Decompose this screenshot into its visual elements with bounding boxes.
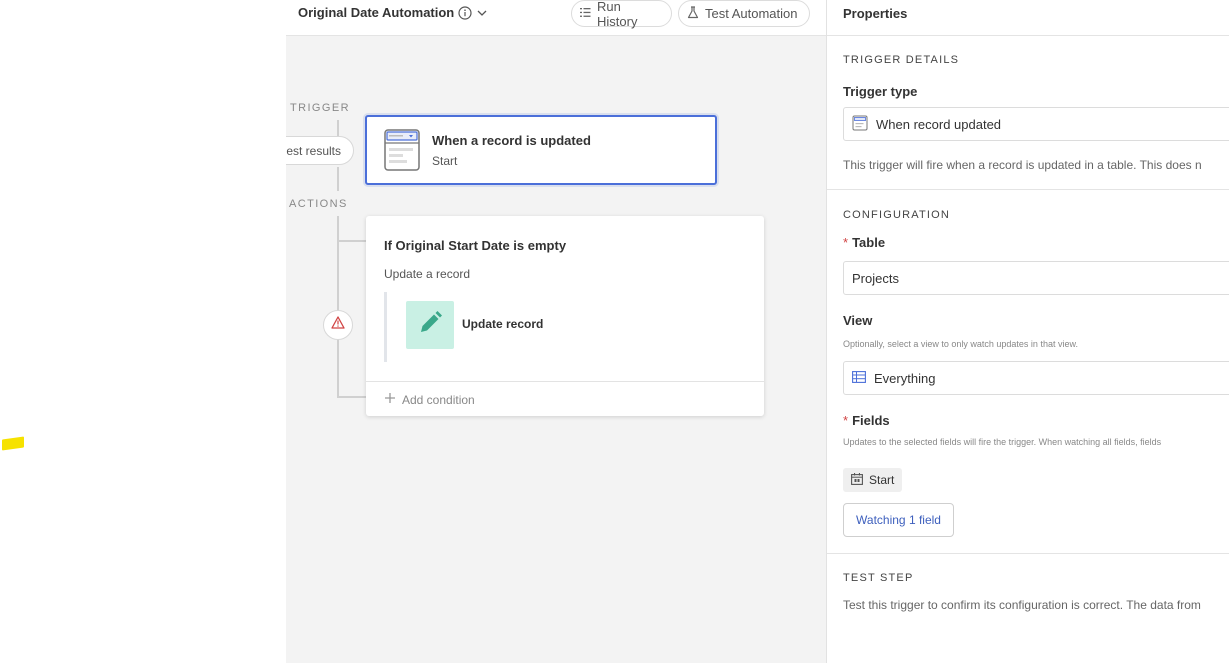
workflow-canvas[interactable]: TRIGGER ACTIONS est results When a recor… [286,36,826,663]
configuration-heading: CONFIGURATION [843,209,951,221]
trigger-type-label: Trigger type [843,84,918,99]
properties-panel: Properties TRIGGER DETAILS Trigger type … [826,0,1229,663]
condition-title: If Original Start Date is empty [384,238,567,253]
condition-card[interactable]: If Original Start Date is empty Update a… [366,216,764,416]
highlight-mark [2,436,24,451]
table-value: Projects [852,270,899,286]
section-divider [827,553,1229,554]
watching-fields-label: Watching 1 field [856,513,941,527]
add-condition-label: Add condition [402,392,475,407]
condition-branch-bar [384,292,387,362]
fields-field-label: * Fields [843,413,890,428]
trigger-type-select[interactable]: When record updated [843,107,1229,141]
card-divider [366,381,764,382]
test-automation-label: Test Automation [705,6,798,21]
field-chip-label: Start [869,473,895,487]
test-step-description: Test this trigger to confirm its configu… [843,598,1201,612]
flow-connector [337,167,339,191]
watching-fields-button[interactable]: Watching 1 field [843,503,954,537]
trigger-card[interactable]: When a record is updated Start [365,115,717,185]
required-mark: * [843,413,849,428]
warning-triangle-icon [331,316,345,334]
actions-section-label: ACTIONS [289,198,348,210]
calendar-icon [851,472,863,488]
trigger-type-value: When record updated [876,116,1002,132]
flow-connector [337,240,367,242]
run-history-label: Run History [597,0,638,29]
field-chip-start[interactable]: Start [843,468,903,492]
info-icon[interactable] [458,6,472,20]
add-condition-button[interactable]: Add condition [384,392,475,407]
app-root: Original Date Automation Run History Tes… [0,0,1229,663]
panel-title: Properties [843,6,908,21]
trigger-card-subtitle: Start [432,154,458,168]
trigger-card-title: When a record is updated [432,133,591,148]
chevron-down-icon[interactable] [476,6,488,20]
view-hint: Optionally, select a view to only watch … [843,339,1078,349]
section-divider [827,189,1229,190]
automation-title[interactable]: Original Date Automation [298,5,454,21]
form-icon [852,115,868,134]
panel-header-divider [827,35,1229,36]
required-mark: * [843,235,849,250]
view-field-label: View [843,313,873,328]
fields-hint: Updates to the selected fields will fire… [843,437,1162,447]
condition-subtitle: Update a record [384,267,471,281]
test-automation-button[interactable]: Test Automation [678,0,810,27]
trigger-description: This trigger will fire when a record is … [843,158,1202,172]
view-value: Everything [874,370,936,386]
table-field-label: * Table [843,235,886,250]
test-results-label: est results [286,143,341,158]
flask-icon [687,5,699,22]
list-icon [580,6,591,21]
flow-connector [337,216,339,398]
pencil-icon [417,310,443,341]
view-select[interactable]: Everything [843,361,1229,395]
grid-view-icon [852,370,866,386]
left-blank-area [0,0,286,663]
plus-icon [384,392,396,407]
trigger-details-heading: TRIGGER DETAILS [843,54,960,66]
run-history-button[interactable]: Run History [571,0,672,29]
test-step-heading: TEST STEP [843,572,914,584]
update-record-label[interactable]: Update record [462,317,543,331]
flow-connector [337,396,367,398]
update-record-action[interactable] [406,301,454,349]
test-results-button[interactable]: est results [286,136,354,165]
trigger-section-label: TRIGGER [290,102,350,114]
record-form-icon [384,129,420,171]
table-select[interactable]: Projects [843,261,1229,295]
warning-badge[interactable] [323,310,353,340]
automation-header: Original Date Automation Run History Tes… [286,0,826,36]
